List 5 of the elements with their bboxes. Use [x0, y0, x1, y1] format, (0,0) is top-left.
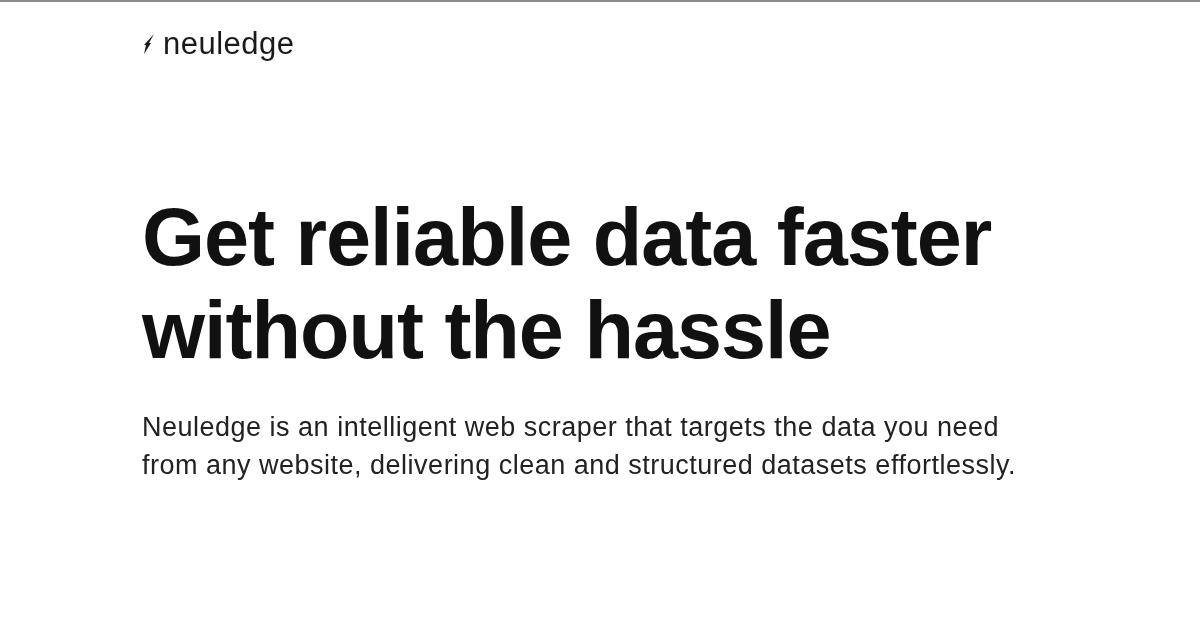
lightning-logo-icon — [142, 34, 156, 54]
hero-heading: Get reliable data faster — [142, 191, 992, 284]
logo-text: neuledge — [163, 26, 295, 62]
hero-heading: without the hassle — [142, 284, 831, 377]
hero-description: Neuledge is an intelligent web scraper that targets the data you need from any website, delivering clean and structured datasets effortlessly. — [142, 411, 1017, 482]
